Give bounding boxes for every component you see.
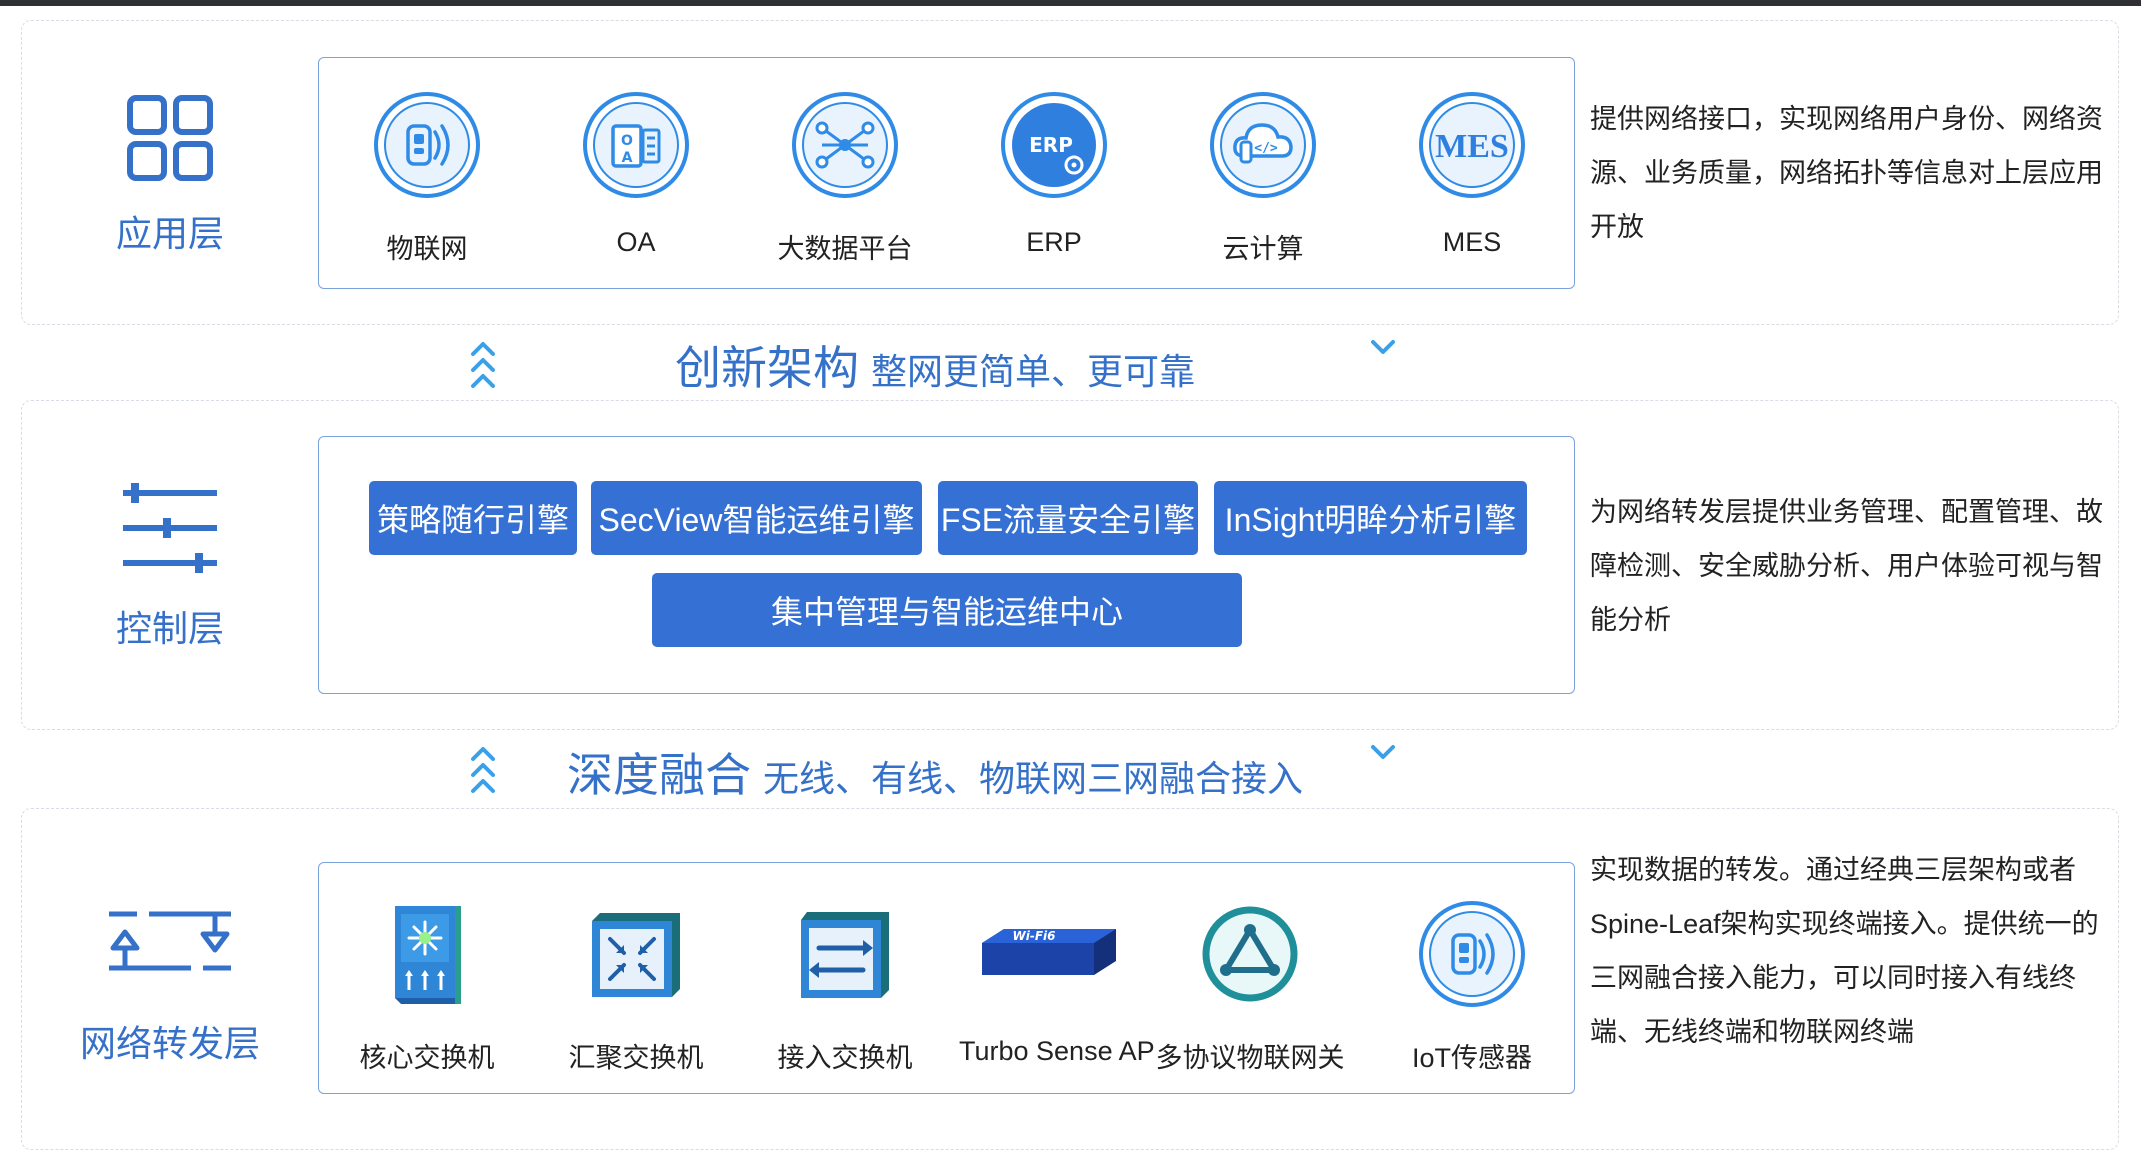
wifi-badge-text: Wi-Fi6 xyxy=(1013,929,1056,943)
fwd-item-label: Turbo Sense AP xyxy=(959,1036,1155,1066)
fwd-item-access-switch[interactable]: 接入交换机 xyxy=(745,899,945,1075)
control-layer-description: 为网络转发层提供业务管理、配置管理、故障检测、安全威胁分析、用户体验可视与智能分… xyxy=(1590,497,2103,635)
core-switch-icon xyxy=(395,906,461,1004)
app-item-erp[interactable]: ERP ERP xyxy=(954,90,1154,258)
svg-text:A: A xyxy=(622,150,633,166)
app-item-label: 云计算 xyxy=(1222,234,1304,264)
banner-title: 创新架构 xyxy=(674,342,859,394)
top-bar xyxy=(0,0,2141,6)
svg-text:ERP: ERP xyxy=(1029,133,1073,157)
banner-deep-integration: 深度融合 无线、有线、物联网三网融合接入 xyxy=(0,735,2141,805)
application-layer-description: 提供网络接口，实现网络用户身份、网络资源、业务质量，网络拓扑等信息对上层应用开放 xyxy=(1590,104,2103,242)
wifi-ap-icon: Wi-Fi6 xyxy=(982,929,1116,975)
chevron-down-icon xyxy=(1371,340,1395,354)
app-item-label: MES xyxy=(1442,227,1502,257)
cloud-computing-icon: </> xyxy=(1210,92,1316,198)
fwd-item-label: 汇聚交换机 xyxy=(568,1043,704,1073)
fwd-item-turbo-sense-ap[interactable]: Wi-Fi6 Turbo Sense AP xyxy=(959,899,1155,1067)
banner-subtitle: 无线、有线、物联网三网融合接入 xyxy=(762,758,1303,799)
svg-text:O: O xyxy=(621,133,633,149)
banner-subtitle: 整网更简单、更可靠 xyxy=(870,351,1195,392)
app-item-mes[interactable]: MES MES xyxy=(1372,90,1572,258)
forwarding-layer-title: 网络转发层 xyxy=(79,1023,260,1064)
iot-sensor-icon xyxy=(1419,901,1525,1007)
app-item-label: ERP xyxy=(1026,227,1082,257)
fwd-item-label: IoT传感器 xyxy=(1411,1043,1532,1073)
aggregation-switch-icon xyxy=(592,913,680,997)
secview-engine-chip[interactable]: SecView智能运维引擎 xyxy=(591,481,922,555)
sliders-icon xyxy=(123,483,217,573)
forwarding-arrows-icon xyxy=(109,911,231,971)
fwd-item-label: 接入交换机 xyxy=(777,1043,913,1073)
banner-title: 深度融合 xyxy=(566,749,751,801)
management-center-chip[interactable]: 集中管理与智能运维中心 xyxy=(652,573,1242,647)
fwd-item-label: 核心交换机 xyxy=(359,1043,495,1073)
chevron-down-icon xyxy=(1371,745,1395,759)
erp-icon: ERP xyxy=(1001,92,1107,198)
banner-innovative-architecture: 创新架构 整网更简单、更可靠 xyxy=(0,328,2141,398)
fse-engine-chip[interactable]: FSE流量安全引擎 xyxy=(938,481,1198,555)
control-items-box: 策略随行引擎 SecView智能运维引擎 FSE流量安全引擎 InSight明眸… xyxy=(318,436,1575,694)
fwd-item-label: 多协议物联网关 xyxy=(1155,1043,1345,1073)
insight-engine-chip[interactable]: InSight明眸分析引擎 xyxy=(1214,481,1527,555)
double-chevron-up-icon xyxy=(471,747,495,793)
fwd-item-core-switch[interactable]: 核心交换机 xyxy=(327,899,527,1075)
app-item-cloud[interactable]: </> 云计算 xyxy=(1163,90,1363,266)
fwd-item-iot-gateway[interactable]: 多协议物联网关 xyxy=(1145,899,1355,1075)
policy-engine-chip[interactable]: 策略随行引擎 xyxy=(369,481,577,555)
svg-text:</>: </> xyxy=(1254,141,1278,156)
forwarding-layer-description: 实现数据的转发。通过经典三层架构或者Spine-Leaf架构实现终端接入。提供统… xyxy=(1590,855,2099,1047)
svg-text:MES: MES xyxy=(1435,128,1509,165)
double-chevron-up-icon xyxy=(471,342,495,388)
application-layer-title: 应用层 xyxy=(115,213,224,254)
iot-device-icon xyxy=(374,92,480,198)
app-item-label: OA xyxy=(616,227,656,257)
control-layer-title: 控制层 xyxy=(115,608,224,649)
fwd-item-iot-sensor[interactable]: IoT传感器 xyxy=(1372,899,1572,1075)
banner-text: 深度融合 无线、有线、物联网三网融合接入 xyxy=(0,739,1870,805)
mes-icon: MES xyxy=(1419,92,1525,198)
banner-text: 创新架构 整网更简单、更可靠 xyxy=(0,332,1870,398)
big-data-icon xyxy=(792,92,898,198)
app-item-big-data[interactable]: 大数据平台 xyxy=(745,90,945,266)
iot-gateway-icon xyxy=(1202,906,1298,1002)
fwd-item-aggregation-switch[interactable]: 汇聚交换机 xyxy=(536,899,736,1075)
application-items-box: 物联网 O A OA 大数据平台 ERP ERP </> 云计算 MES MES xyxy=(318,57,1575,289)
grid-apps-icon xyxy=(127,95,213,181)
forwarding-items-box: 核心交换机 汇聚交换机 接入交换机 Wi-Fi6 Turbo Sense AP … xyxy=(318,862,1575,1094)
app-item-iot[interactable]: 物联网 xyxy=(327,90,527,266)
app-item-oa[interactable]: O A OA xyxy=(536,90,736,258)
app-item-label: 大数据平台 xyxy=(777,234,913,264)
app-item-label: 物联网 xyxy=(386,234,468,264)
oa-icon: O A xyxy=(583,92,689,198)
access-switch-icon xyxy=(801,912,889,998)
